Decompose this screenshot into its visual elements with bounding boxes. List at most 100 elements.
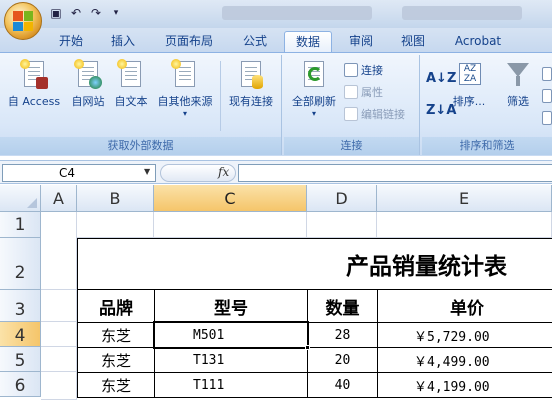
table-row[interactable]: ￥5,729.00 xyxy=(377,322,552,348)
grid-cell[interactable] xyxy=(41,322,77,347)
redo-icon[interactable]: ↷ xyxy=(88,5,104,21)
table-row[interactable]: ￥4,199.00 xyxy=(377,372,552,398)
select-all-button[interactable] xyxy=(0,185,41,212)
link-icon xyxy=(344,107,358,121)
table-row[interactable]: 28 xyxy=(307,322,378,348)
header-brand[interactable]: 品牌 xyxy=(77,289,155,323)
row-header-6[interactable]: 6 xyxy=(0,372,41,397)
clear-filter-icon xyxy=(542,67,552,81)
chevron-down-icon[interactable]: ▼ xyxy=(144,167,150,176)
refresh-icon xyxy=(300,59,328,89)
existing-connections-button[interactable]: 现有连接 xyxy=(222,59,280,109)
quick-access-toolbar: ▣ ↶ ↷ ▾ xyxy=(48,5,124,21)
table-row[interactable]: 40 xyxy=(307,372,378,398)
office-logo-icon xyxy=(13,11,33,31)
properties-button[interactable]: 属性 xyxy=(344,83,383,101)
existing-connections-icon xyxy=(237,59,265,89)
customize-icon[interactable]: ▾ xyxy=(108,5,124,21)
grid-cell[interactable] xyxy=(77,212,154,238)
header-price[interactable]: 单价 xyxy=(377,289,552,323)
sort-button[interactable]: AZ ZA 排序... xyxy=(448,59,490,109)
sort-label: 排序... xyxy=(452,95,486,108)
chevron-down-icon: ▾ xyxy=(311,109,316,118)
filter-button[interactable]: 筛选 xyxy=(498,59,538,109)
row-header-2[interactable]: 2 xyxy=(0,238,41,290)
fill-handle[interactable] xyxy=(305,345,310,350)
tab-home[interactable]: 开始 xyxy=(48,31,94,52)
table-row[interactable]: 东芝 xyxy=(77,347,155,373)
web-icon xyxy=(74,59,102,89)
tab-formulas[interactable]: 公式 xyxy=(232,31,278,52)
reapply-filter-button[interactable] xyxy=(542,87,552,105)
from-web-label: 自网站 xyxy=(71,95,105,108)
formula-input[interactable] xyxy=(238,164,552,182)
from-text-button[interactable]: 自文本 xyxy=(110,59,152,109)
properties-label: 属性 xyxy=(361,86,383,99)
group-external-data: 自 Access 自网站 自文本 自其他来源 ▾ 现有连接 获取外部数据 xyxy=(0,55,282,155)
grid-cell[interactable] xyxy=(41,347,77,372)
ribbon-tabs: 开始 插入 页面布局 公式 数据 审阅 视图 Acrobat xyxy=(0,28,552,52)
table-title[interactable]: 产品销量统计表 xyxy=(77,238,552,290)
name-box[interactable]: C4 xyxy=(2,164,156,182)
grid-cell[interactable] xyxy=(307,212,377,238)
table-row[interactable]: T131 xyxy=(154,347,308,373)
worksheet-grid: A B C D E 1 2 3 4 5 6 产品销量统计表 品牌 型号 数量 单… xyxy=(0,185,552,400)
tab-data[interactable]: 数据 xyxy=(284,31,332,52)
table-row[interactable]: 东芝 xyxy=(77,322,155,348)
undo-icon[interactable]: ↶ xyxy=(68,5,84,21)
tab-acrobat[interactable]: Acrobat xyxy=(446,31,510,52)
group-label-connections: 连接 xyxy=(284,137,419,155)
column-header-c[interactable]: C xyxy=(154,185,307,212)
filter-label: 筛选 xyxy=(507,95,529,108)
table-row[interactable]: T111 xyxy=(154,372,308,398)
header-quantity[interactable]: 数量 xyxy=(307,289,378,323)
reapply-icon xyxy=(542,89,552,103)
connections-icon xyxy=(344,63,358,77)
tab-review[interactable]: 审阅 xyxy=(338,31,384,52)
table-row[interactable]: 东芝 xyxy=(77,372,155,398)
tab-insert[interactable]: 插入 xyxy=(100,31,146,52)
clear-filter-button[interactable] xyxy=(542,65,552,83)
header-model[interactable]: 型号 xyxy=(154,289,308,323)
from-web-button[interactable]: 自网站 xyxy=(66,59,110,109)
from-text-label: 自文本 xyxy=(114,95,148,108)
window-title-blurred-2 xyxy=(402,6,522,20)
table-row[interactable]: ￥4,499.00 xyxy=(377,347,552,373)
sort-dialog-icon: AZ ZA xyxy=(455,59,483,89)
access-icon xyxy=(20,59,48,89)
filter-funnel-icon xyxy=(504,59,532,89)
formula-bar: C4 ▼ fx xyxy=(0,160,552,184)
office-button[interactable] xyxy=(4,2,42,40)
row-header-1[interactable]: 1 xyxy=(0,212,41,238)
column-header-b[interactable]: B xyxy=(77,185,154,212)
column-header-a[interactable]: A xyxy=(41,185,77,212)
row-header-4[interactable]: 4 xyxy=(0,322,41,347)
tab-view[interactable]: 视图 xyxy=(390,31,436,52)
column-header-d[interactable]: D xyxy=(307,185,377,212)
tab-page-layout[interactable]: 页面布局 xyxy=(156,31,222,52)
insert-function-icon[interactable]: fx xyxy=(218,165,229,179)
group-label-sort-filter: 排序和筛选 xyxy=(422,137,552,155)
chevron-down-icon: ▾ xyxy=(182,109,187,118)
grid-cell[interactable] xyxy=(41,238,77,290)
row-header-5[interactable]: 5 xyxy=(0,347,41,372)
grid-cell[interactable] xyxy=(41,290,77,322)
from-other-sources-button[interactable]: 自其他来源 ▾ xyxy=(152,59,218,118)
refresh-all-button[interactable]: 全部刷新 ▾ xyxy=(286,59,342,118)
table-row[interactable]: 20 xyxy=(307,347,378,373)
advanced-filter-button[interactable] xyxy=(542,109,552,127)
column-header-e[interactable]: E xyxy=(377,185,552,212)
row-header-3[interactable]: 3 xyxy=(0,290,41,322)
from-access-button[interactable]: 自 Access xyxy=(4,59,64,109)
grid-cell[interactable] xyxy=(154,212,307,238)
other-sources-icon xyxy=(171,59,199,89)
connections-button[interactable]: 连接 xyxy=(344,61,383,79)
ribbon: 自 Access 自网站 自文本 自其他来源 ▾ 现有连接 获取外部数据 全部刷… xyxy=(0,52,552,156)
grid-cell[interactable] xyxy=(377,212,552,238)
save-icon[interactable]: ▣ xyxy=(48,5,64,21)
properties-icon xyxy=(344,85,358,99)
active-cell-border xyxy=(153,321,309,349)
window-title-blurred xyxy=(222,6,372,20)
title-bar: ▣ ↶ ↷ ▾ xyxy=(0,0,552,28)
edit-links-button[interactable]: 编辑链接 xyxy=(344,105,405,123)
